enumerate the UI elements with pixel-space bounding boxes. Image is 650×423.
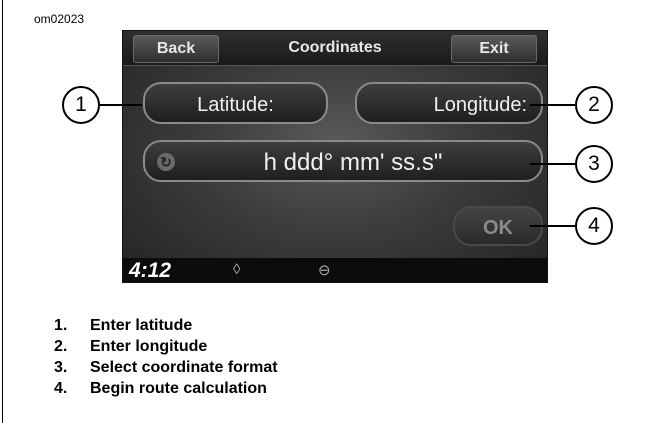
back-button[interactable]: Back <box>133 35 219 63</box>
navigation-screen: Back Coordinates Exit Latitude: Longitud… <box>122 30 548 283</box>
legend-item: 2. Enter longitude <box>54 338 208 355</box>
callout-1-leader <box>100 104 142 106</box>
callout-3-leader <box>530 163 575 165</box>
longitude-button[interactable]: Longitude: <box>355 82 543 124</box>
clock-time: 4:12 <box>129 259 172 282</box>
exit-button[interactable]: Exit <box>451 35 537 63</box>
harley-logo-icon: ⊖ <box>318 262 331 279</box>
callout-2-leader <box>530 104 575 106</box>
callout-2: 2 <box>575 86 613 124</box>
callout-4: 4 <box>575 207 613 245</box>
callout-legend: 1. Enter latitude 2. Enter longitude 3. Sel… <box>54 315 278 399</box>
refresh-icon: ↻ <box>157 153 175 171</box>
figure-reference: om02023 <box>34 12 85 26</box>
callout-1: 1 <box>62 86 100 124</box>
callout-4-leader <box>530 225 575 227</box>
coordinate-format-button[interactable]: ↻ h ddd° mm' ss.s" <box>143 140 543 182</box>
coordinate-format-label: h ddd° mm' ss.s" <box>263 149 443 176</box>
latitude-button[interactable]: Latitude: <box>143 82 328 124</box>
page-edge-rule <box>2 0 3 423</box>
top-bar: Back Coordinates Exit <box>123 31 547 66</box>
gps-icon: ◊ <box>233 261 241 278</box>
legend-item: 3. Select coordinate format <box>54 359 278 376</box>
legend-item: 1. Enter latitude <box>54 317 193 334</box>
callout-3: 3 <box>575 145 613 183</box>
legend-item: 4. Begin route calculation <box>54 380 267 397</box>
status-bar: 4:12 ◊ ⊖ <box>123 258 547 282</box>
